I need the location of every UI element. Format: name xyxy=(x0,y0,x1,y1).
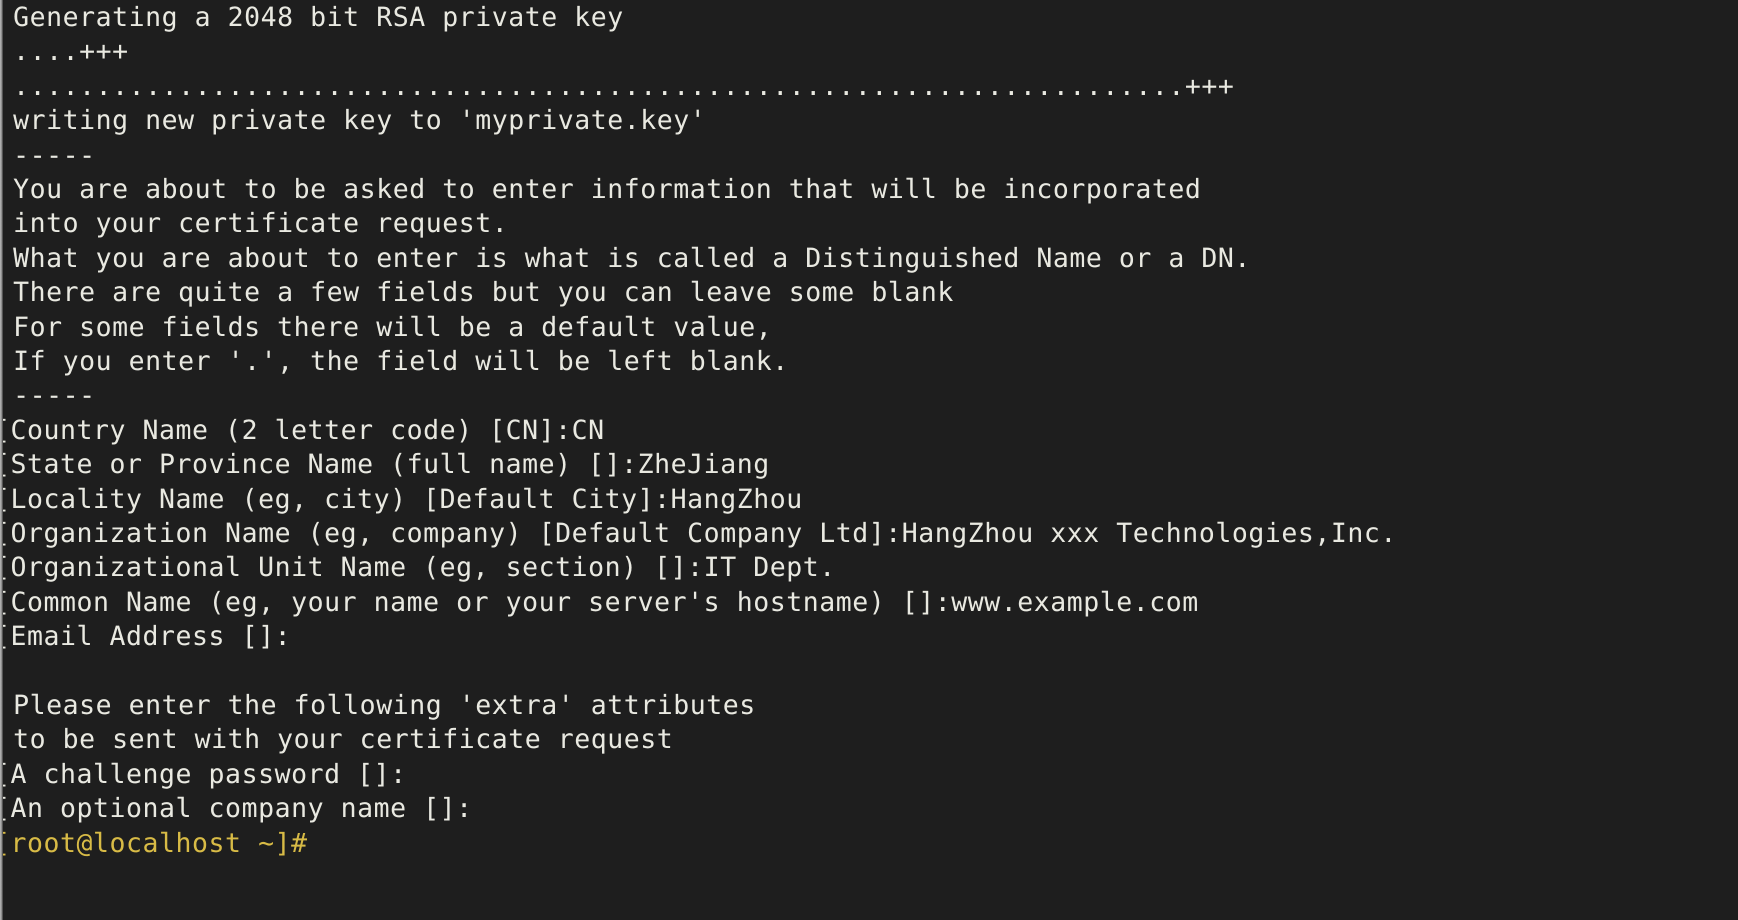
terminal-line: You are about to be asked to enter infor… xyxy=(13,173,1201,207)
terminal-line: ....+++ xyxy=(13,35,129,69)
terminal-line: ----- xyxy=(13,379,96,413)
terminal-line: There are quite a few fields but you can… xyxy=(13,276,954,310)
terminal-line: [Common Name (eg, your name or your serv… xyxy=(0,586,1199,620)
terminal-line: ----- xyxy=(13,139,96,173)
terminal-line: [Organization Name (eg, company) [Defaul… xyxy=(0,517,1397,551)
terminal-line: [Country Name (2 letter code) [CN]:CN xyxy=(0,414,605,448)
terminal-line: to be sent with your certificate request xyxy=(13,723,673,757)
terminal-line: For some fields there will be a default … xyxy=(13,311,772,345)
terminal-line: Generating a 2048 bit RSA private key xyxy=(13,1,624,35)
terminal-line: [An optional company name []: xyxy=(0,792,473,826)
terminal-line: [root@localhost ~]# xyxy=(0,827,308,861)
terminal-line: [Organizational Unit Name (eg, section) … xyxy=(0,551,836,585)
terminal-line: ........................................… xyxy=(13,70,1234,104)
terminal-window[interactable]: Generating a 2048 bit RSA private key...… xyxy=(0,0,1738,920)
terminal-line: [A challenge password []: xyxy=(0,758,407,792)
terminal-line: into your certificate request. xyxy=(13,207,508,241)
window-left-edge xyxy=(0,0,3,920)
terminal-line: writing new private key to 'myprivate.ke… xyxy=(13,104,706,138)
terminal-line: [State or Province Name (full name) []:Z… xyxy=(0,448,770,482)
terminal-line: [Email Address []: xyxy=(0,620,291,654)
terminal-line: Please enter the following 'extra' attri… xyxy=(13,689,756,723)
terminal-line: What you are about to enter is what is c… xyxy=(13,242,1251,276)
terminal-line: [Locality Name (eg, city) [Default City]… xyxy=(0,483,803,517)
terminal-line: If you enter '.', the field will be left… xyxy=(13,345,789,379)
terminal-screen[interactable]: Generating a 2048 bit RSA private key...… xyxy=(0,0,1738,920)
